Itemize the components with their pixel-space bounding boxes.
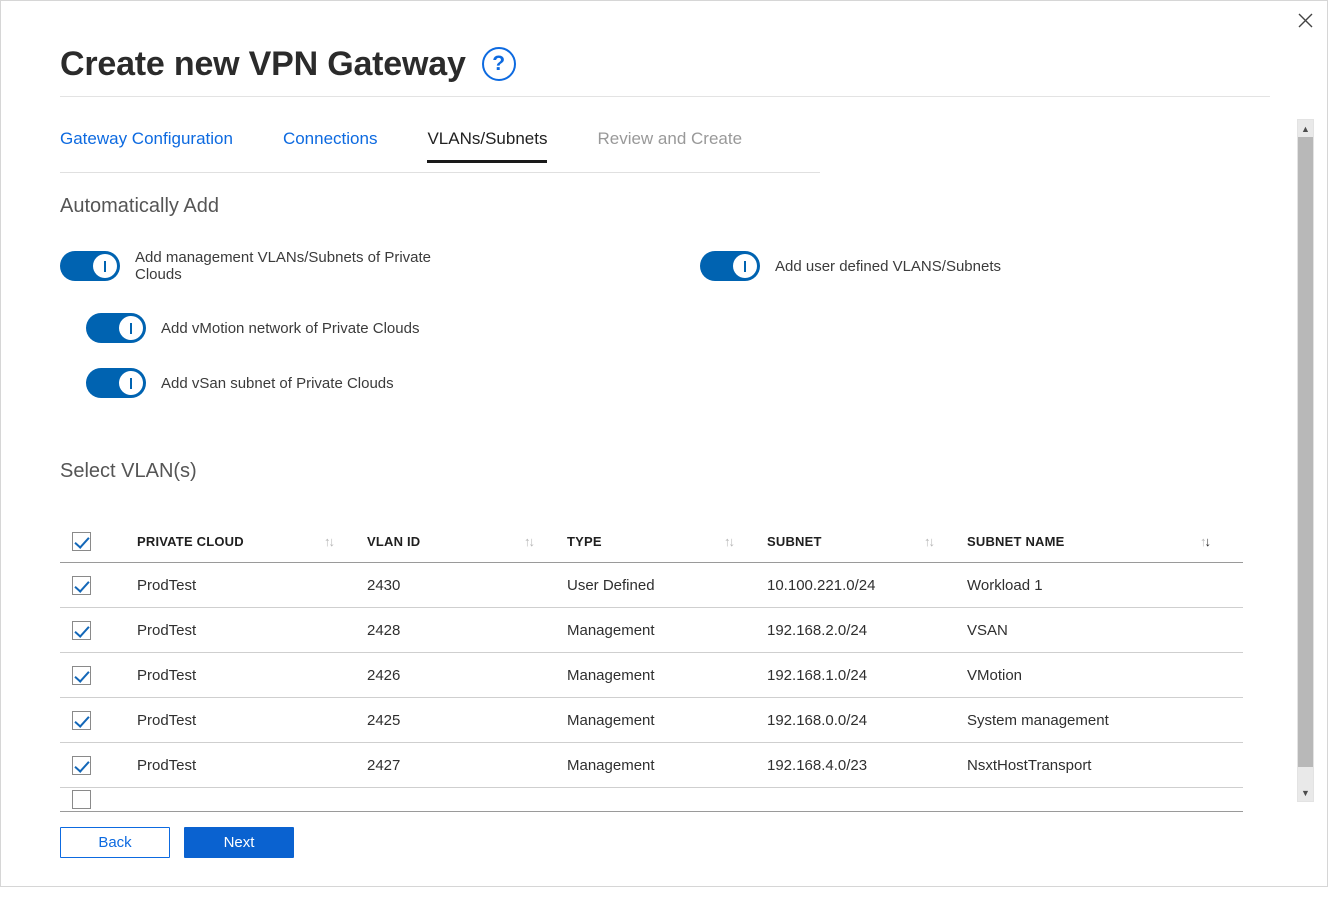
cell-type: Management — [567, 756, 655, 774]
table-row[interactable]: ProdTest 2428 Management 192.168.2.0/24 … — [60, 608, 1243, 653]
tab-connections[interactable]: Connections — [283, 129, 378, 163]
tab-bar: Gateway Configuration Connections VLANs/… — [60, 129, 820, 173]
create-vpn-gateway-dialog: Create new VPN Gateway ? Gateway Configu… — [0, 0, 1328, 887]
sort-icon-type[interactable]: ↑↓ — [724, 534, 735, 549]
help-icon[interactable]: ? — [481, 46, 516, 81]
cell-vlan-id: 2427 — [367, 756, 401, 774]
cell-type: Management — [567, 711, 655, 729]
row-select-cell — [60, 563, 137, 607]
toggle-knob — [733, 254, 757, 278]
column-header-type[interactable]: TYPE ↑↓ — [567, 521, 767, 562]
column-header-label: VLAN ID — [367, 534, 421, 549]
tab-vlans-subnets[interactable]: VLANs/Subnets — [427, 129, 548, 163]
tab-gateway-configuration[interactable]: Gateway Configuration — [60, 129, 233, 163]
toggle-add-management-vlans[interactable]: Add management VLANs/Subnets of Private … — [60, 249, 465, 283]
toggle-switch-on[interactable] — [86, 368, 146, 398]
toggle-label: Add management VLANs/Subnets of Private … — [135, 249, 432, 283]
select-all-cell — [60, 521, 137, 562]
table-header-row: PRIVATE CLOUD ↑↓ VLAN ID ↑↓ TYPE ↑↓ SUBN… — [60, 521, 1243, 563]
column-header-label: PRIVATE CLOUD — [137, 534, 244, 549]
cell-subnet-name: VMotion — [967, 666, 1023, 684]
toggle-add-vsan-subnet[interactable]: Add vSan subnet of Private Clouds — [86, 368, 394, 398]
cell-subnet: 192.168.1.0/24 — [767, 666, 868, 684]
sort-icon-private-cloud[interactable]: ↑↓ — [324, 534, 335, 549]
sort-icon-vlan-id[interactable]: ↑↓ — [524, 534, 535, 549]
cell-type: User Defined — [567, 576, 655, 594]
row-checkbox[interactable] — [72, 620, 91, 640]
table-row[interactable]: ProdTest 2427 Management 192.168.4.0/23 … — [60, 743, 1243, 788]
row-checkbox[interactable] — [72, 790, 91, 809]
next-button[interactable]: Next — [184, 827, 294, 858]
back-button[interactable]: Back — [60, 827, 170, 858]
sort-icon-subnet[interactable]: ↑↓ — [924, 534, 935, 549]
content-scrollbar[interactable]: ▲ ▼ — [1297, 119, 1314, 802]
cell-subnet-name: NsxtHostTransport — [967, 756, 1092, 774]
cell-type: Management — [567, 666, 655, 684]
column-header-subnet-name[interactable]: SUBNET NAME ↑↓ — [967, 521, 1243, 562]
scroll-down-icon[interactable]: ▼ — [1298, 784, 1313, 801]
cell-subnet: 192.168.2.0/24 — [767, 621, 868, 639]
select-all-checkbox[interactable] — [72, 532, 91, 551]
cell-private-cloud: ProdTest — [137, 711, 197, 729]
cell-private-cloud: ProdTest — [137, 621, 197, 639]
table-row[interactable]: ProdTest 2426 Management 192.168.1.0/24 … — [60, 653, 1243, 698]
cell-subnet: 192.168.4.0/23 — [767, 756, 868, 774]
vlan-table: PRIVATE CLOUD ↑↓ VLAN ID ↑↓ TYPE ↑↓ SUBN… — [60, 521, 1243, 812]
dialog-content: Automatically Add Add management VLANs/S… — [60, 183, 1243, 817]
row-select-cell — [60, 743, 137, 787]
cell-type: Management — [567, 621, 655, 639]
toggle-knob — [119, 316, 143, 340]
toggle-knob — [119, 371, 143, 395]
cell-private-cloud: ProdTest — [137, 666, 197, 684]
cell-subnet: 192.168.0.0/24 — [767, 711, 868, 729]
table-row[interactable]: ProdTest 2430 User Defined 10.100.221.0/… — [60, 563, 1243, 608]
toggle-switch-on[interactable] — [700, 251, 760, 281]
tab-review-and-create[interactable]: Review and Create — [597, 129, 742, 163]
toggle-knob — [93, 254, 117, 278]
close-icon[interactable] — [1287, 3, 1323, 37]
column-header-private-cloud[interactable]: PRIVATE CLOUD ↑↓ — [137, 521, 367, 562]
cell-vlan-id: 2428 — [367, 621, 401, 639]
toggle-add-vmotion-network[interactable]: Add vMotion network of Private Clouds — [86, 313, 419, 343]
cell-private-cloud: ProdTest — [137, 756, 197, 774]
column-header-label: SUBNET — [767, 534, 822, 549]
toggle-switch-on[interactable] — [86, 313, 146, 343]
automatically-add-heading: Automatically Add — [60, 195, 219, 217]
cell-subnet-name: Workload 1 — [967, 576, 1043, 594]
toggle-label: Add vMotion network of Private Clouds — [161, 319, 420, 337]
scrollbar-thumb[interactable] — [1298, 137, 1313, 767]
column-header-label: TYPE — [567, 534, 602, 549]
cell-subnet-name: System management — [967, 711, 1109, 729]
column-header-vlan-id[interactable]: VLAN ID ↑↓ — [367, 521, 567, 562]
select-vlans-heading: Select VLAN(s) — [60, 460, 197, 482]
toggle-label: Add vSan subnet of Private Clouds — [161, 374, 394, 392]
row-checkbox[interactable] — [72, 710, 91, 730]
row-select-cell — [60, 698, 137, 742]
column-header-label: SUBNET NAME — [967, 534, 1065, 549]
row-checkbox[interactable] — [72, 755, 91, 775]
row-checkbox[interactable] — [72, 665, 91, 685]
cell-vlan-id: 2426 — [367, 666, 401, 684]
cell-subnet: 10.100.221.0/24 — [767, 576, 876, 594]
table-row[interactable]: ProdTest 2425 Management 192.168.0.0/24 … — [60, 698, 1243, 743]
toggle-switch-on[interactable] — [60, 251, 120, 281]
column-header-subnet[interactable]: SUBNET ↑↓ — [767, 521, 967, 562]
table-row-partial[interactable] — [60, 788, 1243, 812]
cell-subnet-name: VSAN — [967, 621, 1008, 639]
row-select-cell — [60, 608, 137, 652]
dialog-footer: Back Next — [60, 827, 1270, 858]
cell-vlan-id: 2430 — [367, 576, 401, 594]
toggle-add-user-defined-vlans[interactable]: Add user defined VLANS/Subnets — [700, 251, 1001, 281]
dialog-header: Create new VPN Gateway ? — [60, 31, 1270, 97]
cell-vlan-id: 2425 — [367, 711, 401, 729]
page-title: Create new VPN Gateway — [60, 44, 466, 83]
row-select-cell — [60, 788, 137, 811]
scroll-up-icon[interactable]: ▲ — [1298, 120, 1313, 137]
cell-private-cloud: ProdTest — [137, 576, 197, 594]
sort-icon-subnet-name[interactable]: ↑↓ — [1200, 534, 1211, 549]
toggle-label: Add user defined VLANS/Subnets — [775, 257, 1001, 275]
row-select-cell — [60, 653, 137, 697]
row-checkbox[interactable] — [72, 575, 91, 595]
